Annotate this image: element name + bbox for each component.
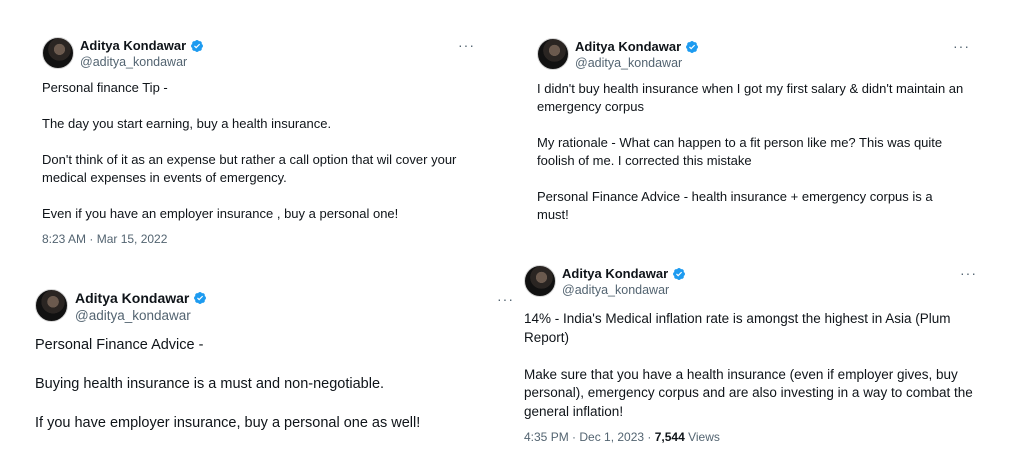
more-options-icon[interactable]: ··· <box>953 38 970 54</box>
verified-badge-icon <box>193 291 207 305</box>
avatar[interactable] <box>537 38 569 70</box>
author-block: Aditya Kondawar @aditya_kondawar <box>75 290 207 323</box>
author-block: Aditya Kondawar @aditya_kondawar <box>575 39 699 70</box>
author-block: Aditya Kondawar @aditya_kondawar <box>562 266 686 297</box>
tweet-header: Aditya Kondawar @aditya_kondawar ··· <box>524 265 984 305</box>
avatar[interactable] <box>35 289 68 322</box>
verified-badge-icon <box>190 39 204 53</box>
tweet-text: I didn't buy health insurance when I got… <box>537 81 964 222</box>
author-handle[interactable]: @aditya_kondawar <box>575 56 699 70</box>
view-count[interactable]: 7,544 <box>655 430 685 444</box>
avatar[interactable] <box>524 265 556 297</box>
author-name[interactable]: Aditya Kondawar <box>562 266 668 281</box>
tweet-header: Aditya Kondawar @aditya_kondawar ··· <box>42 37 482 77</box>
avatar[interactable] <box>42 37 74 69</box>
more-options-icon[interactable]: ··· <box>458 37 475 53</box>
tweet-header: Aditya Kondawar @aditya_kondawar ··· <box>35 289 515 329</box>
tweet-text: 14% - India's Medical inflation rate is … <box>524 311 973 419</box>
tweet-2[interactable]: Aditya Kondawar @aditya_kondawar ··· I d… <box>537 38 977 224</box>
tweet-4[interactable]: Aditya Kondawar @aditya_kondawar ··· 14%… <box>524 265 984 444</box>
more-options-icon[interactable]: ··· <box>497 291 514 307</box>
author-block: Aditya Kondawar @aditya_kondawar <box>80 38 204 69</box>
tweet-timestamp[interactable]: 8:23 AM · Mar 15, 2022 <box>42 232 482 246</box>
tweet-meta: 4:35 PM · Dec 1, 2023 · 7,544 Views <box>524 430 984 444</box>
tweet-text: Personal finance Tip - The day you start… <box>42 80 457 221</box>
author-handle[interactable]: @aditya_kondawar <box>75 308 207 323</box>
views-label: Views <box>684 430 720 444</box>
author-name[interactable]: Aditya Kondawar <box>75 290 189 306</box>
author-name[interactable]: Aditya Kondawar <box>575 39 681 54</box>
author-name[interactable]: Aditya Kondawar <box>80 38 186 53</box>
tweet-timestamp[interactable]: 4:35 PM · Dec 1, 2023 · <box>524 430 655 444</box>
tweet-1[interactable]: Aditya Kondawar @aditya_kondawar ··· Per… <box>42 37 482 246</box>
author-handle[interactable]: @aditya_kondawar <box>80 55 204 69</box>
tweet-3[interactable]: Aditya Kondawar @aditya_kondawar ··· Per… <box>35 289 515 434</box>
author-handle[interactable]: @aditya_kondawar <box>562 283 686 297</box>
tweet-text: Personal Finance Advice - Buying health … <box>35 337 421 431</box>
more-options-icon[interactable]: ··· <box>960 265 977 281</box>
verified-badge-icon <box>685 40 699 54</box>
tweet-header: Aditya Kondawar @aditya_kondawar ··· <box>537 38 977 78</box>
verified-badge-icon <box>672 267 686 281</box>
